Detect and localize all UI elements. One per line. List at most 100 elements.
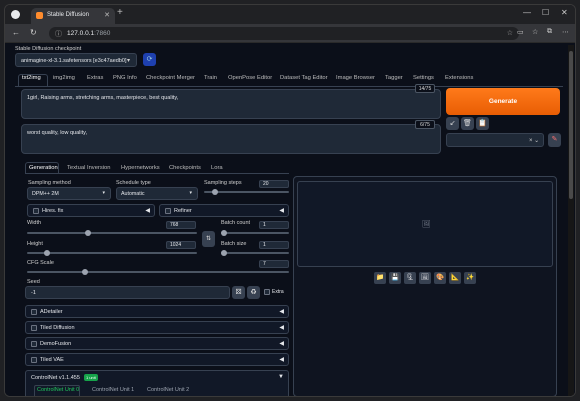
extension-checkbox[interactable] <box>31 309 37 315</box>
subtab-hypernetworks[interactable]: Hypernetworks <box>121 165 160 171</box>
refiner-accordion[interactable]: Refiner ◀ <box>159 204 289 217</box>
cfg-scale-input[interactable]: 7 <box>259 260 289 268</box>
controlnet-unit-1-tab[interactable]: ControlNet Unit 1 <box>92 387 134 393</box>
send-to-img2img-button[interactable]: 🖼 <box>419 272 431 284</box>
profile-icon[interactable] <box>11 10 20 19</box>
sampling-method-select[interactable]: DPM++ 2M ▾ <box>27 187 111 200</box>
extension-checkbox[interactable] <box>31 325 37 331</box>
reader-icon[interactable]: ▭ <box>517 28 524 36</box>
extension-checkbox[interactable] <box>31 357 37 363</box>
positive-prompt-text: 1girl, Raising arms, stretching arms, ma… <box>27 95 179 101</box>
tab-png-info[interactable]: PNG Info <box>113 75 137 81</box>
schedule-type-select[interactable]: Automatic ▾ <box>116 187 198 200</box>
batch-size-slider[interactable] <box>221 250 289 256</box>
send-to-inpaint-button[interactable]: 🎨 <box>434 272 446 284</box>
send-to-extras-button[interactable]: 📐 <box>449 272 461 284</box>
slider-handle[interactable] <box>212 189 219 195</box>
sampling-steps-slider[interactable] <box>204 189 289 195</box>
height-label: Height <box>27 241 43 247</box>
minimize-icon[interactable]: — <box>523 8 531 17</box>
slider-handle[interactable] <box>221 250 227 256</box>
browser-tab[interactable]: Stable Diffusion ✕ <box>31 8 115 24</box>
tab-train[interactable]: Train <box>204 75 217 81</box>
read-params-button[interactable]: ↙ <box>446 117 459 130</box>
positive-prompt[interactable]: 1girl, Raising arms, stretching arms, ma… <box>21 89 441 119</box>
swap-dimensions-button[interactable]: ⇅ <box>202 231 215 247</box>
extension-accordion-tiled-vae[interactable]: Tiled VAE ◀ <box>25 353 289 366</box>
apply-style-button[interactable]: 📋 <box>476 117 489 130</box>
generate-button[interactable]: Generate <box>446 88 560 115</box>
sampling-steps-input[interactable]: 20 <box>259 180 289 188</box>
close-window-icon[interactable]: ✕ <box>561 8 568 17</box>
open-folder-button[interactable]: 📁 <box>374 272 386 284</box>
tab-settings[interactable]: Settings <box>413 75 434 81</box>
controlnet-unit-2-tab[interactable]: ControlNet Unit 2 <box>147 387 189 393</box>
tab-img2img[interactable]: img2img <box>53 75 75 81</box>
tab-txt2img[interactable]: txt2img <box>22 75 41 81</box>
batch-count-slider[interactable] <box>221 230 289 236</box>
address-bar[interactable]: ⓘ 127.0.0.1:7860 ☆ <box>49 27 519 40</box>
close-tab-icon[interactable]: ✕ <box>104 11 110 19</box>
extension-accordion-demofusion[interactable]: DemoFusion ◀ <box>25 337 289 350</box>
slider-handle[interactable] <box>221 230 227 236</box>
seed-value: -1 <box>31 290 36 296</box>
collapse-arrow-icon: ◀ <box>279 325 284 331</box>
checkpoint-select[interactable]: animagine-xl-3.1.safetensors [e3c47aedb0… <box>15 53 137 67</box>
zip-button[interactable]: 🗜 <box>404 272 416 284</box>
controlnet-title[interactable]: ControlNet v1.1.455 <box>31 375 80 381</box>
tab-openpose-editor[interactable]: OpenPose Editor <box>228 75 272 81</box>
reload-icon[interactable]: ↻ <box>30 28 37 37</box>
extension-accordion-adetailer[interactable]: ADetailer ◀ <box>25 305 289 318</box>
width-slider[interactable] <box>27 230 197 236</box>
negative-prompt[interactable]: worst quality, low quality, <box>21 124 441 154</box>
extra-seed-toggle[interactable]: Extra <box>262 287 289 298</box>
extra-checkbox[interactable] <box>264 289 270 295</box>
subtab-divider <box>25 173 289 174</box>
styles-select[interactable]: × ⌄ <box>446 133 544 147</box>
bookmark-star-icon[interactable]: ☆ <box>507 29 513 37</box>
extensions-icon[interactable]: ☆ <box>532 28 538 36</box>
extension-checkbox[interactable] <box>31 341 37 347</box>
scrollbar-thumb[interactable] <box>569 51 573 199</box>
tab-extensions[interactable]: Extensions <box>445 75 473 81</box>
height-slider[interactable] <box>27 250 197 256</box>
extension-accordion-tiled-diffusion[interactable]: Tiled Diffusion ◀ <box>25 321 289 334</box>
seed-input[interactable]: -1 <box>25 286 230 299</box>
collections-icon[interactable]: ⧉ <box>547 28 552 36</box>
slider-handle[interactable] <box>81 269 88 275</box>
tab-dataset-tag-editor[interactable]: Dataset Tag Editor <box>280 75 328 81</box>
tab-extras[interactable]: Extras <box>87 75 103 81</box>
more-icon[interactable]: ⋯ <box>562 28 569 36</box>
save-button[interactable]: 💾 <box>389 272 401 284</box>
subtab-textual-inversion[interactable]: Textual Inversion <box>67 165 111 171</box>
refresh-checkpoint-button[interactable]: ⟳ <box>143 53 156 66</box>
width-input[interactable]: 768 <box>166 221 196 229</box>
upscale-button[interactable]: ✨ <box>464 272 476 284</box>
cfg-scale-slider[interactable] <box>27 269 289 275</box>
hires-fix-checkbox[interactable] <box>33 208 39 214</box>
clear-prompt-button[interactable]: 🗑 <box>461 117 474 130</box>
maximize-icon[interactable]: ☐ <box>542 8 549 17</box>
reuse-seed-button[interactable]: ♻ <box>247 286 260 299</box>
height-input[interactable]: 1024 <box>166 241 196 249</box>
subtab-checkpoints[interactable]: Checkpoints <box>169 165 201 171</box>
tab-checkpoint-merger[interactable]: Checkpoint Merger <box>146 75 195 81</box>
expand-arrow-icon[interactable]: ▼ <box>278 374 284 380</box>
random-seed-button[interactable]: ⚄ <box>232 286 245 299</box>
hires-fix-accordion[interactable]: Hires. fix ◀ <box>27 204 155 217</box>
refiner-checkbox[interactable] <box>165 208 171 214</box>
new-tab-icon[interactable]: + <box>117 7 123 18</box>
subtab-lora[interactable]: Lora <box>211 165 223 171</box>
output-gallery[interactable]: 🖼 <box>297 181 553 267</box>
tab-image-browser[interactable]: Image Browser <box>336 75 375 81</box>
tab-tagger[interactable]: Tagger <box>385 75 403 81</box>
hires-fix-label: Hires. fix <box>42 208 64 214</box>
subtab-generation[interactable]: Generation <box>29 165 58 171</box>
controlnet-unit-0-tab[interactable]: ControlNet Unit 0 <box>37 387 79 393</box>
tab-title: Stable Diffusion <box>47 12 89 18</box>
edit-styles-button[interactable]: ✎ <box>548 133 561 147</box>
batch-size-input[interactable]: 1 <box>259 241 289 249</box>
extension-label: ADetailer <box>40 309 63 315</box>
batch-count-input[interactable]: 1 <box>259 221 289 229</box>
back-icon[interactable]: ← <box>12 28 20 37</box>
